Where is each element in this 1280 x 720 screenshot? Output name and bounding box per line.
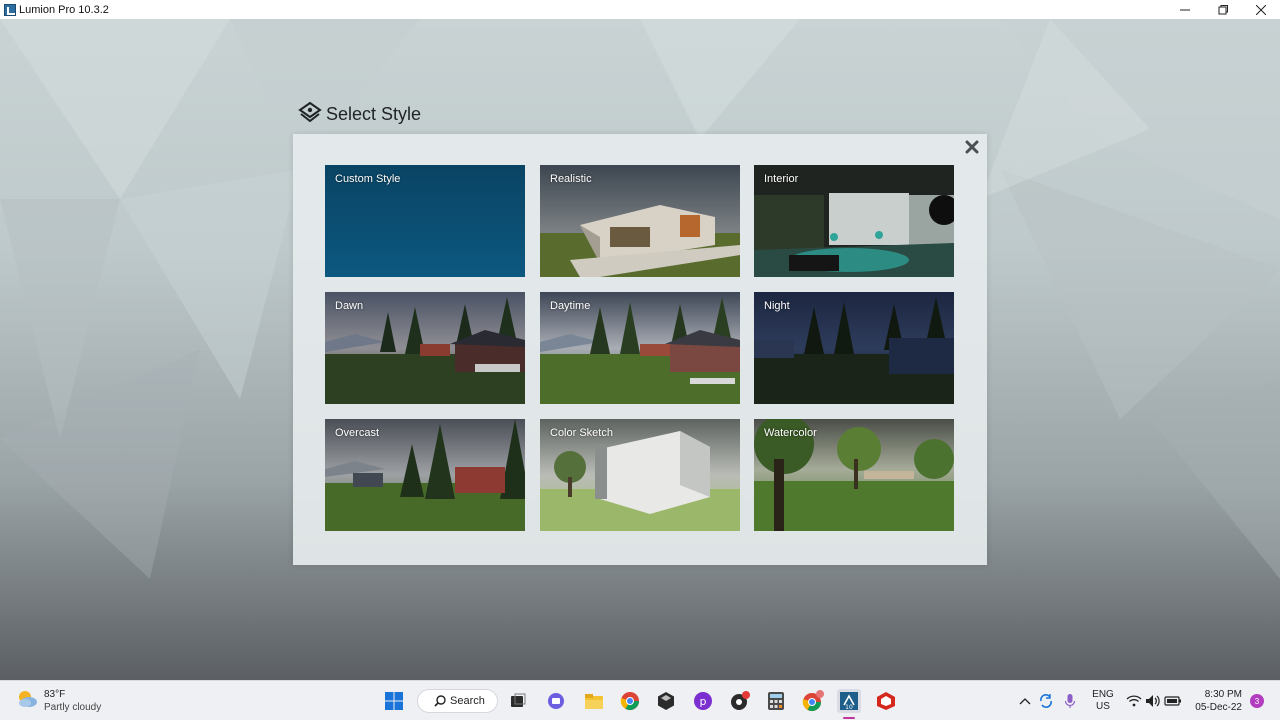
style-tile-custom-style[interactable]: Custom Style	[325, 165, 525, 277]
style-tile-realistic[interactable]: Realistic	[540, 165, 740, 277]
lumion-app-icon	[4, 3, 16, 16]
minimize-icon[interactable]	[1166, 0, 1204, 19]
notification-badge[interactable]: 3	[1250, 694, 1264, 708]
lumion-icon[interactable]: 10	[837, 689, 861, 713]
style-label: Daytime	[550, 300, 591, 312]
sketchup-icon[interactable]	[874, 689, 898, 713]
windows-start-icon[interactable]	[382, 689, 406, 713]
layers-icon	[298, 101, 322, 128]
style-selection-dialog: Custom Style Realistic Interior Dawn Day…	[293, 134, 987, 565]
taskbar: 83°F Partly cloudy Search p 10 ENG US 8:…	[0, 680, 1280, 720]
wifi-icon[interactable]	[1124, 689, 1144, 713]
page-title: Select Style	[326, 104, 422, 124]
calculator-icon[interactable]	[764, 689, 788, 713]
task-view-icon[interactable]	[506, 689, 530, 713]
select-style-heading: Select Style	[298, 101, 421, 128]
app-purple-icon[interactable]: p	[691, 689, 715, 713]
clock-date: 05-Dec-22	[1195, 702, 1242, 713]
close-icon[interactable]	[963, 138, 981, 156]
window-controls	[1166, 0, 1280, 19]
window-title: Lumion Pro 10.3.2	[19, 3, 109, 16]
style-tile-color-sketch[interactable]: Color Sketch	[540, 419, 740, 531]
weather-widget[interactable]: 83°F Partly cloudy	[16, 688, 101, 714]
style-label: Custom Style	[335, 173, 401, 185]
weather-temperature: 83°F	[44, 689, 66, 700]
svg-text:p: p	[700, 695, 707, 708]
svg-text:10: 10	[845, 704, 853, 710]
speaker-icon[interactable]	[1143, 689, 1163, 713]
file-explorer-icon[interactable]	[582, 689, 606, 713]
style-tile-overcast[interactable]: Overcast	[325, 419, 525, 531]
chrome-profile-icon[interactable]	[801, 689, 825, 713]
style-label: Color Sketch	[550, 427, 613, 439]
style-tile-dawn[interactable]: Dawn	[325, 292, 525, 404]
style-tile-night[interactable]: Night	[754, 292, 954, 404]
taskbar-search[interactable]: Search	[417, 689, 498, 713]
weather-condition: Partly cloudy	[44, 702, 102, 713]
teams-chat-icon[interactable]	[544, 689, 568, 713]
style-label: Realistic	[550, 173, 592, 185]
search-icon	[434, 695, 446, 707]
active-app-indicator	[843, 717, 855, 719]
search-label: Search	[450, 695, 485, 707]
style-label: Watercolor	[764, 427, 817, 439]
style-label: Overcast	[335, 427, 380, 439]
chevron-up-icon[interactable]	[1016, 689, 1034, 713]
style-label: Interior	[764, 173, 799, 185]
language-label: ENG	[1092, 689, 1114, 700]
style-tile-interior[interactable]: Interior	[754, 165, 954, 277]
maximize-icon[interactable]	[1204, 0, 1242, 19]
language-indicator[interactable]: ENG US	[1092, 689, 1114, 713]
recorder-app-icon[interactable]	[728, 689, 752, 713]
style-label: Night	[764, 300, 790, 312]
style-label: Dawn	[335, 300, 364, 312]
partly-cloudy-icon	[16, 689, 38, 714]
window-titlebar: Lumion Pro 10.3.2	[0, 0, 1280, 19]
lumion-start-screen: Select Style Custom Style Realistic Inte…	[0, 19, 1280, 680]
chrome-icon[interactable]	[618, 689, 642, 713]
battery-icon[interactable]	[1163, 689, 1183, 713]
style-tile-daytime[interactable]: Daytime	[540, 292, 740, 404]
clock-time: 8:30 PM	[1204, 689, 1242, 700]
sync-icon[interactable]	[1036, 689, 1056, 713]
region-label: US	[1096, 701, 1110, 712]
system-clock[interactable]: 8:30 PM 05-Dec-22	[1190, 688, 1242, 714]
microphone-icon[interactable]	[1060, 689, 1080, 713]
style-tile-watercolor[interactable]: Watercolor	[754, 419, 954, 531]
unity-icon[interactable]	[654, 689, 678, 713]
close-icon[interactable]	[1242, 0, 1280, 19]
